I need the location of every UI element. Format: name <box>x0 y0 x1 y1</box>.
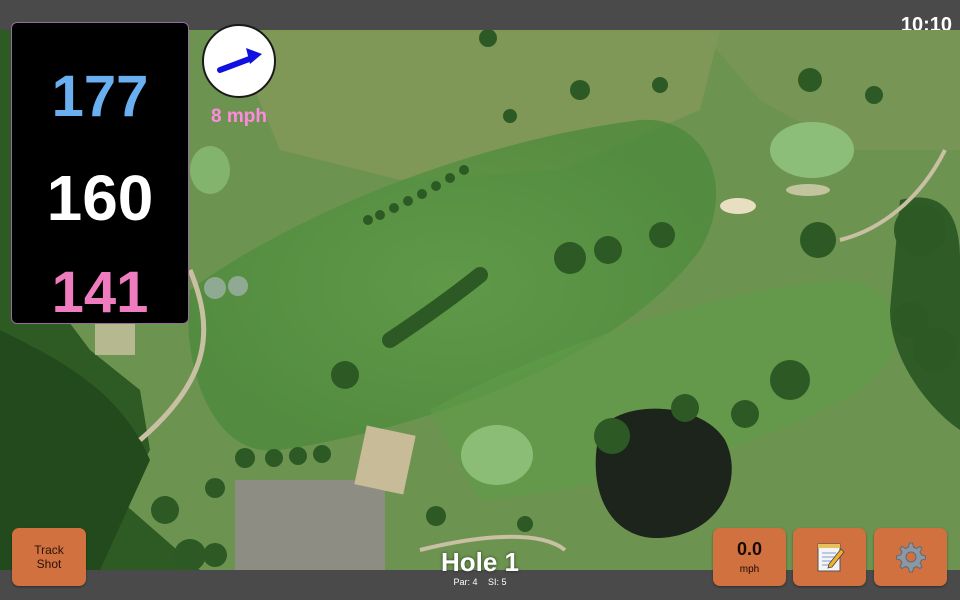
hole-par: Par: 4 <box>453 577 478 587</box>
track-shot-label-line2: Shot <box>36 557 62 571</box>
hole-title: Hole 1 <box>440 547 520 577</box>
track-shot-label-line1: Track <box>34 543 64 557</box>
settings-button[interactable] <box>874 528 947 586</box>
hole-info: Par: 4 SI: 5 <box>380 577 580 587</box>
notepad-icon <box>817 543 845 572</box>
notes-button[interactable] <box>793 528 866 586</box>
front-of-green-distance: 141 <box>51 260 149 325</box>
speed-value: 0.0 <box>736 539 763 559</box>
speed-unit: mph <box>739 564 760 575</box>
middle-of-green-distance: 160 <box>46 162 154 234</box>
wind-compass <box>202 24 276 98</box>
gear-icon <box>895 542 926 573</box>
back-of-green-distance: 177 <box>51 64 149 129</box>
speed-button[interactable]: 0.0 mph <box>713 528 786 586</box>
wind-speed-label: 8 mph <box>211 106 267 127</box>
wind-arrow-icon <box>217 48 262 73</box>
distance-panel: 177 160 141 <box>11 22 189 325</box>
hole-stroke-index: SI: 5 <box>488 577 507 587</box>
track-shot-button[interactable]: Track Shot <box>12 528 86 586</box>
